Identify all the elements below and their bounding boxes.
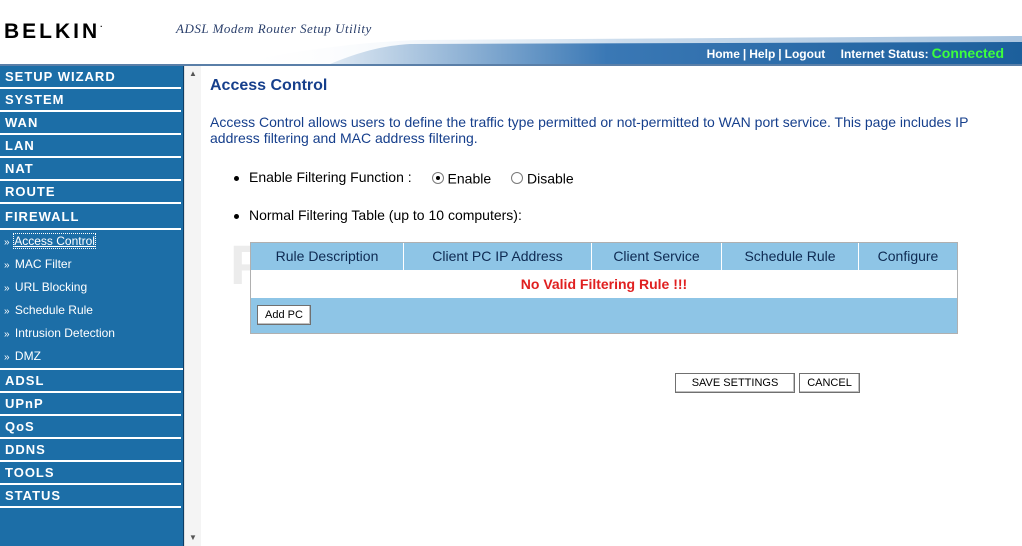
enable-radio-label[interactable]: Enable <box>448 170 492 186</box>
sidebar-scrollbar[interactable]: ▲ ▼ <box>184 66 201 546</box>
sidebar-item-nat[interactable]: NAT <box>0 158 181 181</box>
filtering-table-row: Normal Filtering Table (up to 10 compute… <box>234 207 522 223</box>
subitem-label: Intrusion Detection <box>14 326 115 340</box>
sidebar-subitem-schedule-rule[interactable]: » Schedule Rule <box>0 299 183 322</box>
bullet-icon <box>234 213 239 219</box>
disable-radio-label[interactable]: Disable <box>527 170 574 186</box>
column-header-client-ip: Client PC IP Address <box>404 243 592 270</box>
subitem-label: DMZ <box>14 349 41 363</box>
sidebar-item-firewall[interactable]: FIREWALL <box>0 204 181 230</box>
sidebar-nav: SETUP WIZARD SYSTEM WAN LAN NAT ROUTE FI… <box>0 66 184 546</box>
logout-link[interactable]: Logout <box>785 47 826 61</box>
sidebar-item-route[interactable]: ROUTE <box>0 181 181 204</box>
disable-radio[interactable] <box>511 172 524 185</box>
internet-status-label: Internet Status: <box>840 47 929 61</box>
filtering-table: Rule Description Client PC IP Address Cl… <box>250 242 958 334</box>
brand-mark: . <box>100 20 103 29</box>
help-link[interactable]: Help <box>749 47 775 61</box>
chevron-right-icon: » <box>4 352 10 363</box>
link-separator: | <box>778 47 782 61</box>
top-links: Home | Help | Logout Internet Status: Connect… <box>707 45 1004 61</box>
sidebar-subitem-mac-filter[interactable]: » MAC Filter <box>0 253 183 276</box>
sidebar-subitem-dmz[interactable]: » DMZ <box>0 345 183 370</box>
add-pc-button[interactable]: Add PC <box>257 305 311 325</box>
scroll-up-arrow-icon[interactable]: ▲ <box>185 66 201 82</box>
chevron-right-icon: » <box>4 329 10 340</box>
brand-text: BELKIN <box>4 20 101 43</box>
save-settings-button[interactable]: SAVE SETTINGS <box>675 373 795 393</box>
header: BELKIN. ADSL Modem Router Setup Utility … <box>0 0 1022 66</box>
chevron-right-icon: » <box>4 283 10 294</box>
link-separator: | <box>742 47 747 61</box>
filtering-function-label: Enable Filtering Function : <box>249 169 412 185</box>
subitem-label: URL Blocking <box>14 280 88 294</box>
column-header-client-service: Client Service <box>592 243 722 270</box>
sidebar-subitem-intrusion-detection[interactable]: » Intrusion Detection <box>0 322 183 345</box>
chevron-right-icon: » <box>4 260 10 271</box>
chevron-right-icon: » <box>4 237 10 248</box>
table-footer: Add PC <box>251 298 957 333</box>
header-subtitle: ADSL Modem Router Setup Utility <box>176 21 372 36</box>
page-description: Access Control allows users to define th… <box>210 114 969 146</box>
internet-status-value: Connected <box>931 45 1004 61</box>
sidebar-item-tools[interactable]: TOOLS <box>0 462 181 485</box>
sidebar-item-ddns[interactable]: DDNS <box>0 439 181 462</box>
sidebar-subitem-access-control[interactable]: » Access Control <box>0 230 183 253</box>
column-header-rule-description: Rule Description <box>251 243 404 270</box>
cancel-button[interactable]: CANCEL <box>799 373 860 393</box>
sidebar-item-qos[interactable]: QoS <box>0 416 181 439</box>
chevron-right-icon: » <box>4 306 10 317</box>
sidebar-item-wan[interactable]: WAN <box>0 112 181 135</box>
sidebar-item-status[interactable]: STATUS <box>0 485 181 508</box>
empty-table-message: No Valid Filtering Rule !!! <box>520 276 688 292</box>
bullet-icon <box>234 175 239 181</box>
home-link[interactable]: Home <box>707 47 740 61</box>
column-header-schedule-rule: Schedule Rule <box>722 243 859 270</box>
scroll-down-arrow-icon[interactable]: ▼ <box>185 530 201 546</box>
sidebar-subitem-url-blocking[interactable]: » URL Blocking <box>0 276 183 299</box>
sidebar-item-upnp[interactable]: UPnP <box>0 393 181 416</box>
sidebar-item-setup-wizard[interactable]: SETUP WIZARD <box>0 66 181 89</box>
belkin-logo: BELKIN. <box>4 20 102 44</box>
table-header: Rule Description Client PC IP Address Cl… <box>251 243 957 270</box>
filtering-table-label: Normal Filtering Table (up to 10 compute… <box>249 207 522 223</box>
filtering-function-row: Enable Filtering Function : Enable Disab… <box>234 169 574 186</box>
subitem-label: MAC Filter <box>14 257 72 271</box>
sidebar-item-lan[interactable]: LAN <box>0 135 181 158</box>
sidebar-item-adsl[interactable]: ADSL <box>0 370 181 393</box>
subitem-label: Schedule Rule <box>14 303 93 317</box>
subitem-label: Access Control <box>13 233 96 249</box>
enable-radio[interactable] <box>431 172 444 185</box>
page-title: Access Control <box>210 77 328 94</box>
column-header-configure: Configure <box>859 243 957 270</box>
sidebar-item-system[interactable]: SYSTEM <box>0 89 181 112</box>
